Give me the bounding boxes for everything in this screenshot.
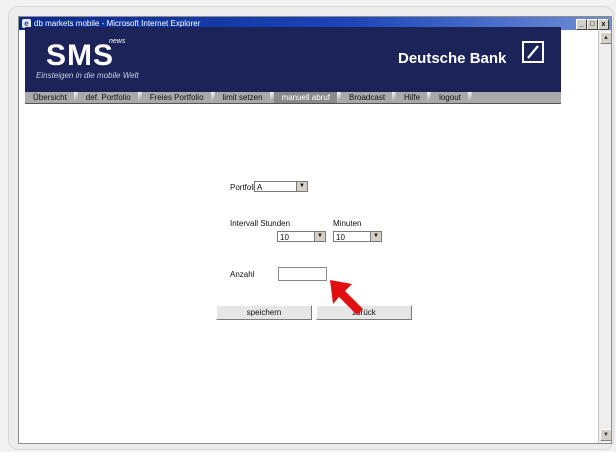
chevron-down-icon: ▼ [296, 182, 307, 191]
tab-uebersicht[interactable]: Übersicht [25, 92, 78, 103]
tab-hilfe[interactable]: Hilfe [396, 92, 432, 103]
close-button[interactable]: x [598, 19, 609, 30]
anzahl-input[interactable] [278, 267, 327, 281]
minutes-select[interactable]: 10 ▼ [333, 231, 382, 242]
pointer-arrow-icon [330, 280, 363, 315]
tab-bar: Übersicht def. Portfolio Freies Portfoli… [25, 92, 561, 104]
chevron-down-icon: ▼ [314, 232, 325, 241]
tab-logout[interactable]: logout [431, 92, 472, 103]
maximize-button[interactable]: □ [587, 19, 598, 30]
sms-logo: SMS [46, 39, 115, 72]
minimize-button[interactable]: _ [576, 19, 587, 30]
tab-manuell-abruf[interactable]: manuell abruf [273, 92, 342, 103]
deutsche-bank-logo-icon [522, 41, 544, 63]
sms-logo-superscript: news [109, 38, 126, 45]
tab-broadcast[interactable]: Broadcast [341, 92, 397, 103]
sms-tagline: Einsteigen in die mobile Welt [36, 71, 139, 80]
minutes-select-value: 10 [336, 233, 345, 242]
brand-name: Deutsche Bank [398, 50, 507, 67]
chevron-down-icon: ▼ [370, 232, 381, 241]
page-header: SMS news Einsteigen in die mobile Welt D… [25, 27, 561, 92]
tab-limit-setzen[interactable]: limit setzen [215, 92, 274, 103]
tab-freies-portfolio[interactable]: Freies Portfolio [142, 92, 215, 103]
portfolio-select-value: A [257, 183, 263, 192]
main-content: Portfolio A ▼ Intervall Stunden Minuten … [25, 104, 561, 424]
anzahl-label: Anzahl [230, 270, 255, 279]
vertical-scrollbar[interactable]: ▲ ▼ [598, 30, 611, 443]
portfolio-select[interactable]: A ▼ [254, 181, 308, 192]
interval-minutes-label: Minuten [333, 219, 362, 228]
hours-select[interactable]: 10 ▼ [277, 231, 326, 242]
tab-def-portfolio[interactable]: def. Portfolio [78, 92, 142, 103]
save-button[interactable]: speichern [216, 305, 312, 320]
scroll-up-icon[interactable]: ▲ [600, 32, 611, 44]
interval-hours-label: Intervall Stunden [230, 219, 291, 228]
hours-select-value: 10 [280, 233, 289, 242]
scroll-down-icon[interactable]: ▼ [600, 429, 611, 441]
